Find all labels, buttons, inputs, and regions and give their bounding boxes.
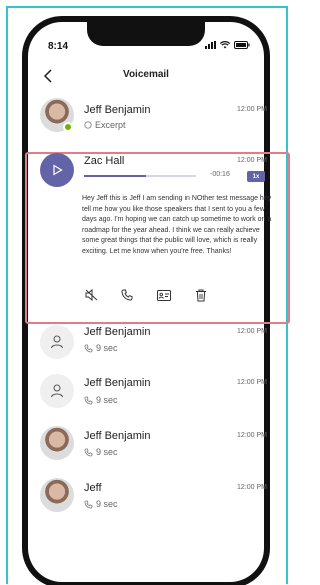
play-button[interactable] (40, 153, 74, 187)
person-icon (51, 335, 63, 349)
excerpt-label: Excerpt (95, 120, 126, 130)
voicemail-meta: 9 sec (84, 447, 118, 457)
duration: 9 sec (96, 499, 118, 509)
voicemail-time: 12:00 PM (237, 328, 267, 335)
phone-icon (121, 289, 133, 301)
contact-name: Zac Hall (84, 155, 125, 167)
voicemail-time: 12:00 PM (237, 432, 267, 439)
voicemail-icon (84, 448, 93, 456)
duration: 9 sec (96, 395, 118, 405)
voicemail-meta: 9 sec (84, 395, 118, 405)
voicemail-meta: 9 sec (84, 343, 118, 353)
voicemail-transcript: Hey Jeff this is Jeff I am sending in NO… (82, 195, 272, 255)
contact-name: Jeff Benjamin (84, 104, 151, 116)
voicemail-time: 12:00 PM (237, 379, 267, 386)
voicemail-time: 12:00 PM (237, 106, 267, 113)
wifi-icon (220, 41, 230, 49)
contact-name: Jeff Benjamin (84, 430, 151, 442)
contact-name: Jeff Benjamin (84, 326, 151, 338)
duration: 9 sec (96, 447, 118, 457)
contact-name: Jeff Benjamin (84, 377, 151, 389)
page-title: Voicemail (123, 69, 169, 80)
avatar (40, 426, 74, 460)
delete-button[interactable] (191, 285, 211, 305)
voicemail-icon (84, 500, 93, 508)
mute-button[interactable] (82, 285, 102, 305)
person-icon (51, 384, 63, 398)
duration: 9 sec (96, 343, 118, 353)
circle-icon (84, 121, 92, 129)
avatar (40, 478, 74, 512)
battery-icon (234, 41, 250, 49)
status-icons (205, 41, 250, 49)
play-icon (53, 164, 63, 176)
trash-icon (196, 289, 206, 301)
voicemail-time: 12:00 PM (237, 484, 267, 491)
header: Voicemail (28, 62, 264, 90)
voicemail-meta: Excerpt (84, 120, 126, 130)
voicemail-icon (84, 396, 93, 404)
notch (87, 22, 205, 46)
action-bar (82, 285, 212, 305)
avatar (40, 374, 74, 408)
status-time: 8:14 (48, 41, 69, 52)
voicemail-meta: 9 sec (84, 499, 118, 509)
contact-name: Jeff (84, 482, 102, 494)
contact-card-button[interactable] (154, 285, 174, 305)
progress-bar[interactable] (84, 175, 196, 177)
voicemail-time: 12:00 PM (237, 157, 267, 164)
time-remaining: -00:16 (210, 171, 230, 178)
playback-speed-button[interactable]: 1x (247, 171, 265, 182)
speaker-mute-icon (85, 289, 98, 301)
progress-fill (84, 175, 146, 177)
presence-available-icon (63, 122, 73, 132)
voicemail-icon (84, 344, 93, 352)
contact-card-icon (157, 289, 171, 301)
call-button[interactable] (117, 285, 137, 305)
signal-icon (205, 41, 216, 49)
avatar (40, 325, 74, 359)
